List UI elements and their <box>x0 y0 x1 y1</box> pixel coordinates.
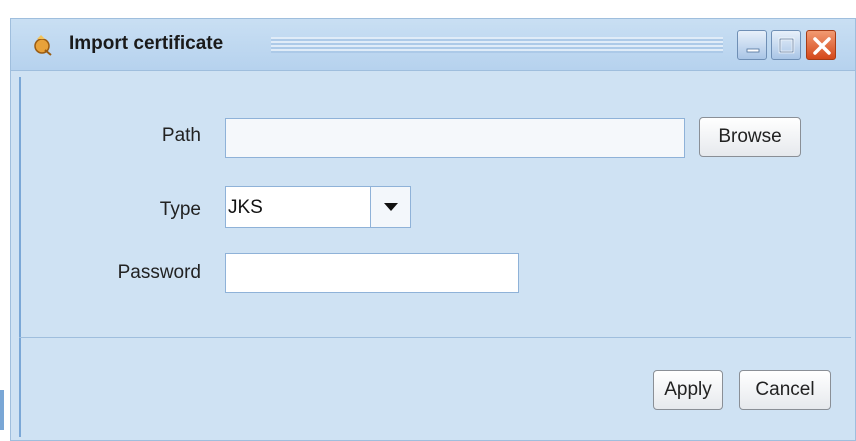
certificate-app-icon <box>31 33 55 57</box>
maximize-icon <box>778 37 795 54</box>
minimize-button[interactable] <box>737 30 767 60</box>
type-select[interactable]: JKS <box>225 186 411 228</box>
browse-button[interactable]: Browse <box>699 117 801 157</box>
title-bar[interactable]: Import certificate <box>11 19 855 71</box>
password-label: Password <box>117 262 201 283</box>
window-title: Import certificate <box>69 33 224 54</box>
title-bar-stripes <box>271 37 723 53</box>
apply-button[interactable]: Apply <box>653 370 723 410</box>
background-window-edge <box>0 390 4 430</box>
close-icon <box>813 37 831 55</box>
import-certificate-dialog: Import certificate Path Browse Type JKS <box>10 18 856 441</box>
type-label: Type <box>159 199 201 220</box>
type-select-value: JKS <box>228 197 263 218</box>
chevron-down-icon <box>384 203 398 211</box>
path-label: Path <box>161 125 201 146</box>
minimize-icon <box>746 48 760 53</box>
maximize-button[interactable] <box>771 30 801 60</box>
path-input[interactable] <box>225 118 685 158</box>
cancel-button[interactable]: Cancel <box>739 370 831 410</box>
password-input[interactable] <box>225 253 519 293</box>
dropdown-arrow-button[interactable] <box>370 187 410 227</box>
close-button[interactable] <box>806 30 836 60</box>
